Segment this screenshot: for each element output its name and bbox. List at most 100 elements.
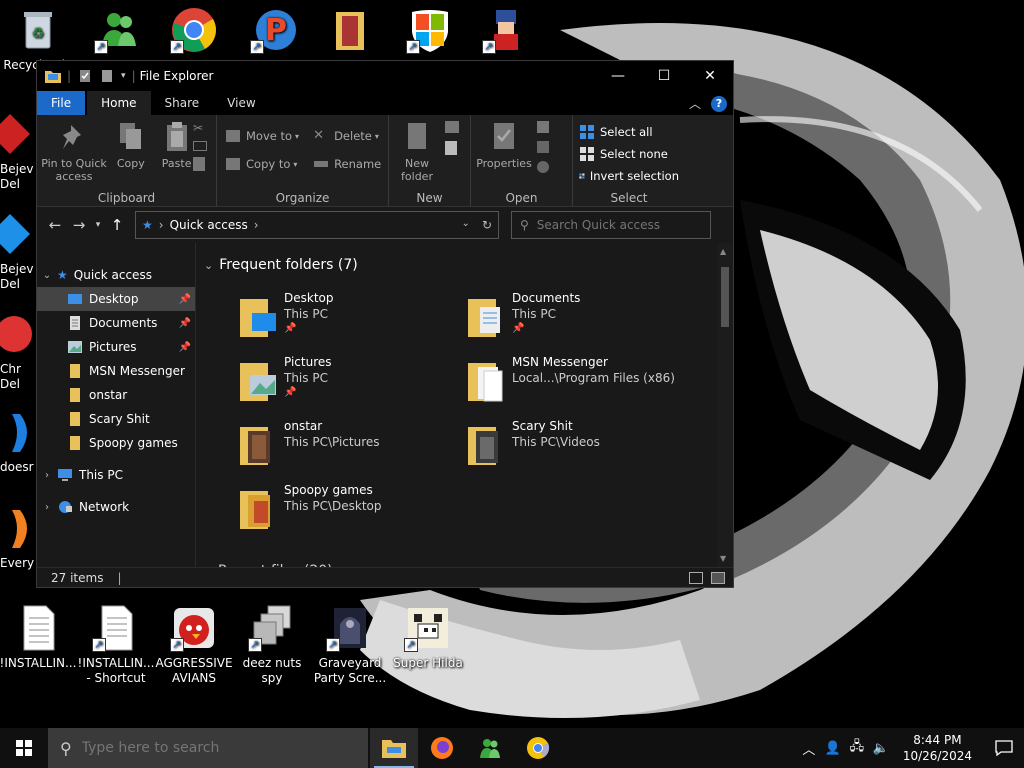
vertical-scrollbar[interactable]: ▲ ▼ [717, 243, 733, 567]
new-folder-button[interactable]: New folder [393, 119, 441, 183]
details-view-icon[interactable] [689, 571, 703, 584]
address-dropdown-icon[interactable]: ⌄ [462, 218, 470, 232]
forward-button[interactable]: → [67, 216, 91, 234]
copy-to-button[interactable]: Copy to ▾ [225, 153, 299, 175]
edit-icon[interactable] [537, 141, 549, 153]
taskbar-chrome-beta[interactable] [514, 728, 562, 768]
p-app-icon: P [250, 6, 298, 54]
pin-to-quick-access-button[interactable]: Pin to Quick access [41, 119, 107, 183]
minimize-button[interactable]: — [595, 61, 641, 91]
back-button[interactable]: ← [43, 216, 67, 234]
taskbar-search[interactable]: ⚲ [48, 728, 368, 768]
clock[interactable]: 8:44 PM 10/26/2024 [903, 732, 972, 764]
folder-tile-pictures[interactable]: Pictures This PC 📌 [238, 355, 458, 409]
rename-button[interactable]: Rename [313, 153, 381, 175]
folder-tile-desktop[interactable]: Desktop This PC 📌 [238, 291, 458, 345]
desktop-icon-folder-app[interactable] [310, 6, 390, 58]
address-bar[interactable]: ★ › Quick access › ⌄ ↻ [135, 211, 499, 239]
desktop-icon-installing-shortcut[interactable]: !INSTALLIN... - Shortcut [76, 604, 156, 686]
tab-home[interactable]: Home [87, 91, 151, 115]
scroll-down-icon[interactable]: ▼ [720, 554, 726, 563]
move-to-button[interactable]: Move to ▾ [225, 125, 299, 147]
help-icon[interactable]: ? [711, 95, 727, 112]
properties-quick-icon[interactable] [77, 69, 93, 83]
collapsed-chevron-icon[interactable]: › [37, 470, 57, 481]
large-icons-view-icon[interactable] [711, 571, 725, 584]
new-folder-quick-icon[interactable] [99, 69, 115, 83]
folder-tile-spoopy-games[interactable]: Spoopy games This PC\Desktop [238, 483, 458, 537]
nav-quick-access[interactable]: ⌄ ★ Quick access [37, 263, 195, 287]
desktop-icon-chrome[interactable] [154, 6, 234, 58]
expanded-chevron-icon[interactable]: ⌄ [204, 259, 213, 272]
folder-tile-scary-shit[interactable]: Scary Shit This PC\Videos [466, 419, 686, 473]
new-item-icon[interactable] [445, 121, 459, 133]
recent-locations-icon[interactable]: ▾ [91, 220, 105, 230]
notification-center-button[interactable] [984, 740, 1024, 756]
copy-button[interactable]: Copy [111, 119, 151, 170]
maximize-button[interactable]: ☐ [641, 61, 687, 91]
collapse-ribbon-icon[interactable]: ︿ [689, 95, 701, 112]
tab-file[interactable]: File [37, 91, 86, 115]
scroll-up-icon[interactable]: ▲ [720, 247, 726, 256]
search-input[interactable] [536, 218, 697, 232]
window-titlebar[interactable]: | ▾ | File Explorer — ☐ ✕ [37, 61, 733, 91]
history-icon[interactable] [537, 161, 549, 173]
msn-tray-icon[interactable]: 👤 [821, 741, 845, 756]
up-button[interactable]: ↑ [105, 216, 129, 234]
rename-label: Rename [334, 157, 382, 171]
taskbar-search-input[interactable] [81, 740, 342, 756]
desktop-icon-installing[interactable]: !INSTALLIN... [0, 604, 78, 671]
folder-icon [70, 388, 80, 402]
tab-view[interactable]: View [213, 91, 269, 115]
copy-path-icon[interactable] [193, 141, 207, 151]
folder-tile-onstar[interactable]: onstar This PC\Pictures [238, 419, 458, 473]
breadcrumb-quick-access[interactable]: Quick access [170, 218, 248, 232]
desktop-icon-graveyard-party[interactable]: Graveyard Party Scre... [310, 604, 390, 686]
taskbar-firefox[interactable] [418, 728, 466, 768]
desktop-icon-super-hilda[interactable]: Super Hilda [388, 604, 468, 671]
select-all-button[interactable]: Select all [579, 121, 679, 143]
taskbar-file-explorer[interactable] [370, 728, 418, 768]
volume-icon[interactable]: 🔈 [869, 741, 893, 756]
desktop-icon-msn[interactable] [78, 6, 158, 58]
paste-shortcut-icon[interactable] [193, 157, 205, 171]
open-icon[interactable] [537, 121, 549, 133]
network-tray-icon[interactable]: 🖧 [845, 737, 869, 759]
nav-msn-messenger[interactable]: MSN Messenger [37, 359, 195, 383]
properties-button[interactable]: Properties [475, 119, 533, 170]
desktop-icon-aggressive-avians[interactable]: AGGRESSIVE AVIANS [154, 604, 234, 686]
frequent-folders-header[interactable]: ⌄ Frequent folders (7) [204, 257, 358, 273]
scrollbar-thumb[interactable] [721, 267, 729, 327]
nav-onstar[interactable]: onstar [37, 383, 195, 407]
desktop-icon-deez-nuts-spy[interactable]: deez nuts spy [232, 604, 312, 686]
file-explorer-window[interactable]: | ▾ | File Explorer — ☐ ✕ File Home Shar… [36, 60, 734, 588]
folder-tile-documents[interactable]: Documents This PC 📌 [466, 291, 686, 345]
tab-share[interactable]: Share [151, 91, 214, 115]
easy-access-icon[interactable] [445, 141, 457, 155]
nav-scary-shit[interactable]: Scary Shit [37, 407, 195, 431]
start-button[interactable] [0, 728, 48, 768]
taskbar-msn-messenger[interactable] [466, 728, 514, 768]
show-hidden-icons-icon[interactable]: ︿ [797, 739, 821, 758]
collapsed-chevron-icon[interactable]: › [37, 502, 57, 513]
nav-pictures[interactable]: Pictures 📌 [37, 335, 195, 359]
invert-selection-button[interactable]: Invert selection [579, 165, 679, 187]
cut-icon[interactable]: ✂ [193, 121, 207, 135]
nav-spoopy-games[interactable]: Spoopy games [37, 431, 195, 455]
nav-this-pc[interactable]: › This PC [37, 463, 195, 487]
nav-desktop[interactable]: Desktop 📌 [37, 287, 195, 311]
desktop-icon-pixel-character[interactable] [466, 6, 546, 58]
quick-access-toolbar-dropdown-icon[interactable]: ▾ [121, 71, 126, 81]
close-button[interactable]: ✕ [687, 61, 733, 91]
refresh-icon[interactable]: ↻ [482, 218, 492, 232]
select-none-button[interactable]: Select none [579, 143, 679, 165]
search-box[interactable]: ⚲ [511, 211, 711, 239]
delete-button[interactable]: ✕ Delete ▾ [313, 125, 381, 147]
nav-documents[interactable]: Documents 📌 [37, 311, 195, 335]
desktop-icon-windows[interactable] [390, 6, 470, 58]
desktop-icon-p-app[interactable]: P [234, 6, 314, 58]
expanded-chevron-icon[interactable]: ⌄ [37, 270, 57, 281]
breadcrumb-separator-icon[interactable]: › [254, 218, 259, 232]
nav-network[interactable]: › Network [37, 495, 195, 519]
folder-tile-msn-messenger[interactable]: MSN Messenger Local...\Program Files (x8… [466, 355, 686, 409]
